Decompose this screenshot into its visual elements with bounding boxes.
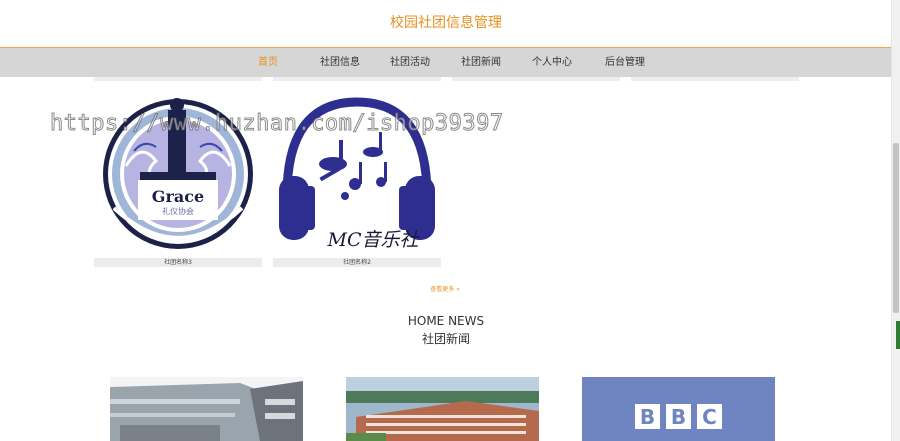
card-label-strip — [273, 77, 441, 81]
news-section-title-cn: 社团新闻 — [421, 332, 470, 346]
svg-text:B: B — [640, 405, 655, 429]
club-name-label[interactable]: 社团名称2 — [273, 258, 441, 267]
news-thumbnail-building[interactable] — [110, 377, 303, 441]
svg-text:MC音乐社: MC音乐社 — [327, 229, 421, 251]
nav-item-club-activities[interactable]: 社团活动 — [385, 48, 435, 77]
club-name-label[interactable]: 社团名称3 — [94, 258, 262, 267]
nav-item-home[interactable]: 首页 — [248, 48, 288, 77]
news-section-title-en: HOME NEWS — [407, 314, 485, 328]
nav-item-club-info[interactable]: 社团信息 — [315, 48, 365, 77]
nav-item-user-center[interactable]: 个人中心 — [527, 48, 577, 77]
page: 校园社团信息管理 首页 社团信息 社团活动 社团新闻 个人中心 后台管理 Gra… — [0, 0, 900, 441]
scrollbar-thumb[interactable] — [893, 143, 899, 313]
side-float-tab[interactable] — [896, 321, 900, 349]
page-scrollbar[interactable] — [891, 0, 900, 441]
card-label-strip — [452, 77, 620, 81]
view-more-link[interactable]: 查看更多 » — [420, 284, 470, 293]
news-thumbnail-campus[interactable] — [346, 377, 539, 441]
svg-text:B: B — [671, 405, 686, 429]
card-label-strip — [631, 77, 799, 81]
svg-text:礼仪协会: 礼仪协会 — [162, 206, 194, 216]
site-title: 校园社团信息管理 — [390, 15, 502, 31]
nav-item-club-news[interactable]: 社团新闻 — [456, 48, 506, 77]
svg-text:C: C — [702, 405, 717, 429]
svg-text:Grace: Grace — [152, 187, 204, 206]
watermark-text: https://www.huzhan.com/ishop39397 — [50, 111, 504, 137]
nav-item-admin[interactable]: 后台管理 — [600, 48, 650, 77]
card-label-strip — [94, 77, 262, 81]
main-navbar: 首页 社团信息 社团活动 社团新闻 个人中心 后台管理 — [0, 48, 892, 77]
news-thumbnail-bbc[interactable]: B B C — [582, 377, 775, 441]
